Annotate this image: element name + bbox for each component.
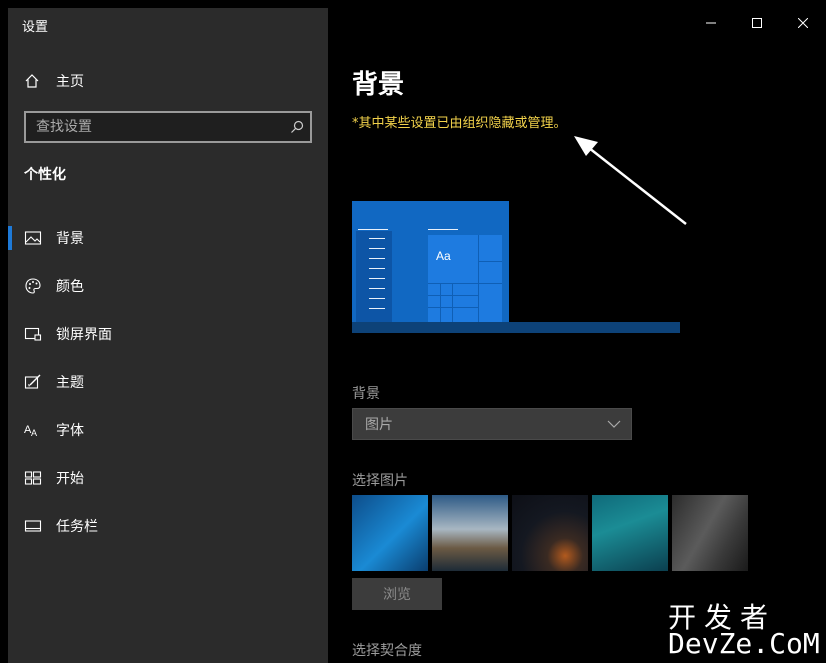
watermark-en: DevZe.CoM	[668, 627, 820, 660]
palette-icon	[25, 278, 41, 294]
window-controls	[688, 8, 826, 38]
preview-tile-text: Aa	[436, 249, 451, 263]
preview-tile-divider	[428, 307, 478, 308]
background-dropdown[interactable]: 图片	[352, 408, 632, 440]
picture-thumbnail-windows[interactable]	[352, 495, 428, 571]
sidebar-item-themes[interactable]: 主题	[8, 358, 328, 406]
preview-tile-divider	[478, 235, 479, 322]
preview-line	[369, 248, 385, 249]
taskbar-icon	[24, 520, 42, 532]
sidebar-item-label: 主题	[56, 375, 84, 391]
preview-taskbar	[352, 322, 680, 333]
home-link[interactable]: 主页	[24, 70, 84, 92]
settings-window: 设置 主页 个性化 背景	[8, 8, 826, 663]
picture-thumbnails	[352, 495, 748, 571]
maximize-button[interactable]	[734, 8, 780, 38]
preview-tile-divider	[478, 261, 502, 262]
sidebar-item-lockscreen[interactable]: 锁屏界面	[8, 310, 328, 358]
policy-notice: *其中某些设置已由组织隐藏或管理。	[352, 116, 567, 131]
sidebar-item-label: 背景	[56, 231, 84, 247]
picture-icon	[24, 231, 42, 245]
preview-line	[369, 268, 385, 269]
minimize-icon	[706, 22, 716, 24]
desktop-preview: Aa	[352, 201, 680, 333]
close-button[interactable]	[780, 8, 826, 38]
preview-tile-divider	[452, 283, 453, 322]
background-dropdown-value: 图片	[365, 417, 393, 433]
choose-fit-label: 选择契合度	[352, 643, 422, 659]
search-box[interactable]	[24, 111, 312, 143]
start-icon	[24, 471, 42, 485]
preview-line	[369, 288, 385, 289]
preview-line	[369, 298, 385, 299]
chevron-down-icon	[607, 420, 621, 428]
sidebar-item-label: 字体	[56, 423, 84, 439]
minimize-button[interactable]	[688, 8, 734, 38]
svg-text:A: A	[31, 428, 37, 438]
sidebar-item-background[interactable]: 背景	[8, 214, 328, 262]
preview-line	[369, 258, 385, 259]
sidebar-item-label: 颜色	[56, 279, 84, 295]
section-title: 个性化	[24, 167, 66, 183]
home-icon	[25, 74, 39, 88]
preview-line	[369, 278, 385, 279]
maximize-icon	[752, 18, 762, 28]
close-icon	[798, 18, 808, 28]
watermark-logo: 开发者 DevZe.CoM	[668, 596, 826, 663]
picture-thumbnail-beach[interactable]	[432, 495, 508, 571]
sidebar-item-fonts[interactable]: A A 字体	[8, 406, 328, 454]
sidebar-item-label: 任务栏	[56, 519, 98, 535]
sidebar-item-colors[interactable]: 颜色	[8, 262, 328, 310]
picture-thumbnail-rock[interactable]	[672, 495, 748, 571]
preview-line	[358, 229, 388, 230]
app-title: 设置	[22, 20, 49, 35]
search-input[interactable]	[26, 113, 296, 141]
choose-picture-label: 选择图片	[352, 473, 408, 489]
sidebar-nav: 背景 颜色 锁屏界面 主题 A A 字体 开始 任务栏	[8, 214, 328, 550]
preview-tile-divider	[440, 283, 441, 322]
sidebar-item-taskbar[interactable]: 任务栏	[8, 502, 328, 550]
sidebar: 设置 主页 个性化 背景	[8, 8, 328, 663]
preview-line	[369, 308, 385, 309]
preview-tiles: Aa	[428, 235, 502, 322]
picture-thumbnail-night-sky[interactable]	[512, 495, 588, 571]
page-title: 背景	[352, 70, 405, 100]
search-icon[interactable]	[290, 120, 304, 134]
background-label: 背景	[352, 386, 380, 402]
sidebar-item-label: 开始	[56, 471, 84, 487]
content-pane: 背景 *其中某些设置已由组织隐藏或管理。 Aa 背景 图片 选择图片 浏览 选择…	[328, 8, 826, 663]
preview-line	[369, 238, 385, 239]
browse-button[interactable]: 浏览	[352, 578, 442, 610]
sidebar-item-label: 锁屏界面	[56, 327, 112, 343]
preview-line	[428, 229, 458, 230]
theme-icon	[24, 374, 41, 389]
home-label: 主页	[56, 74, 84, 90]
lockscreen-icon	[24, 327, 42, 341]
preview-tile-divider	[428, 295, 478, 296]
picture-thumbnail-underwater[interactable]	[592, 495, 668, 571]
sidebar-item-start[interactable]: 开始	[8, 454, 328, 502]
font-icon: A A	[24, 424, 37, 438]
